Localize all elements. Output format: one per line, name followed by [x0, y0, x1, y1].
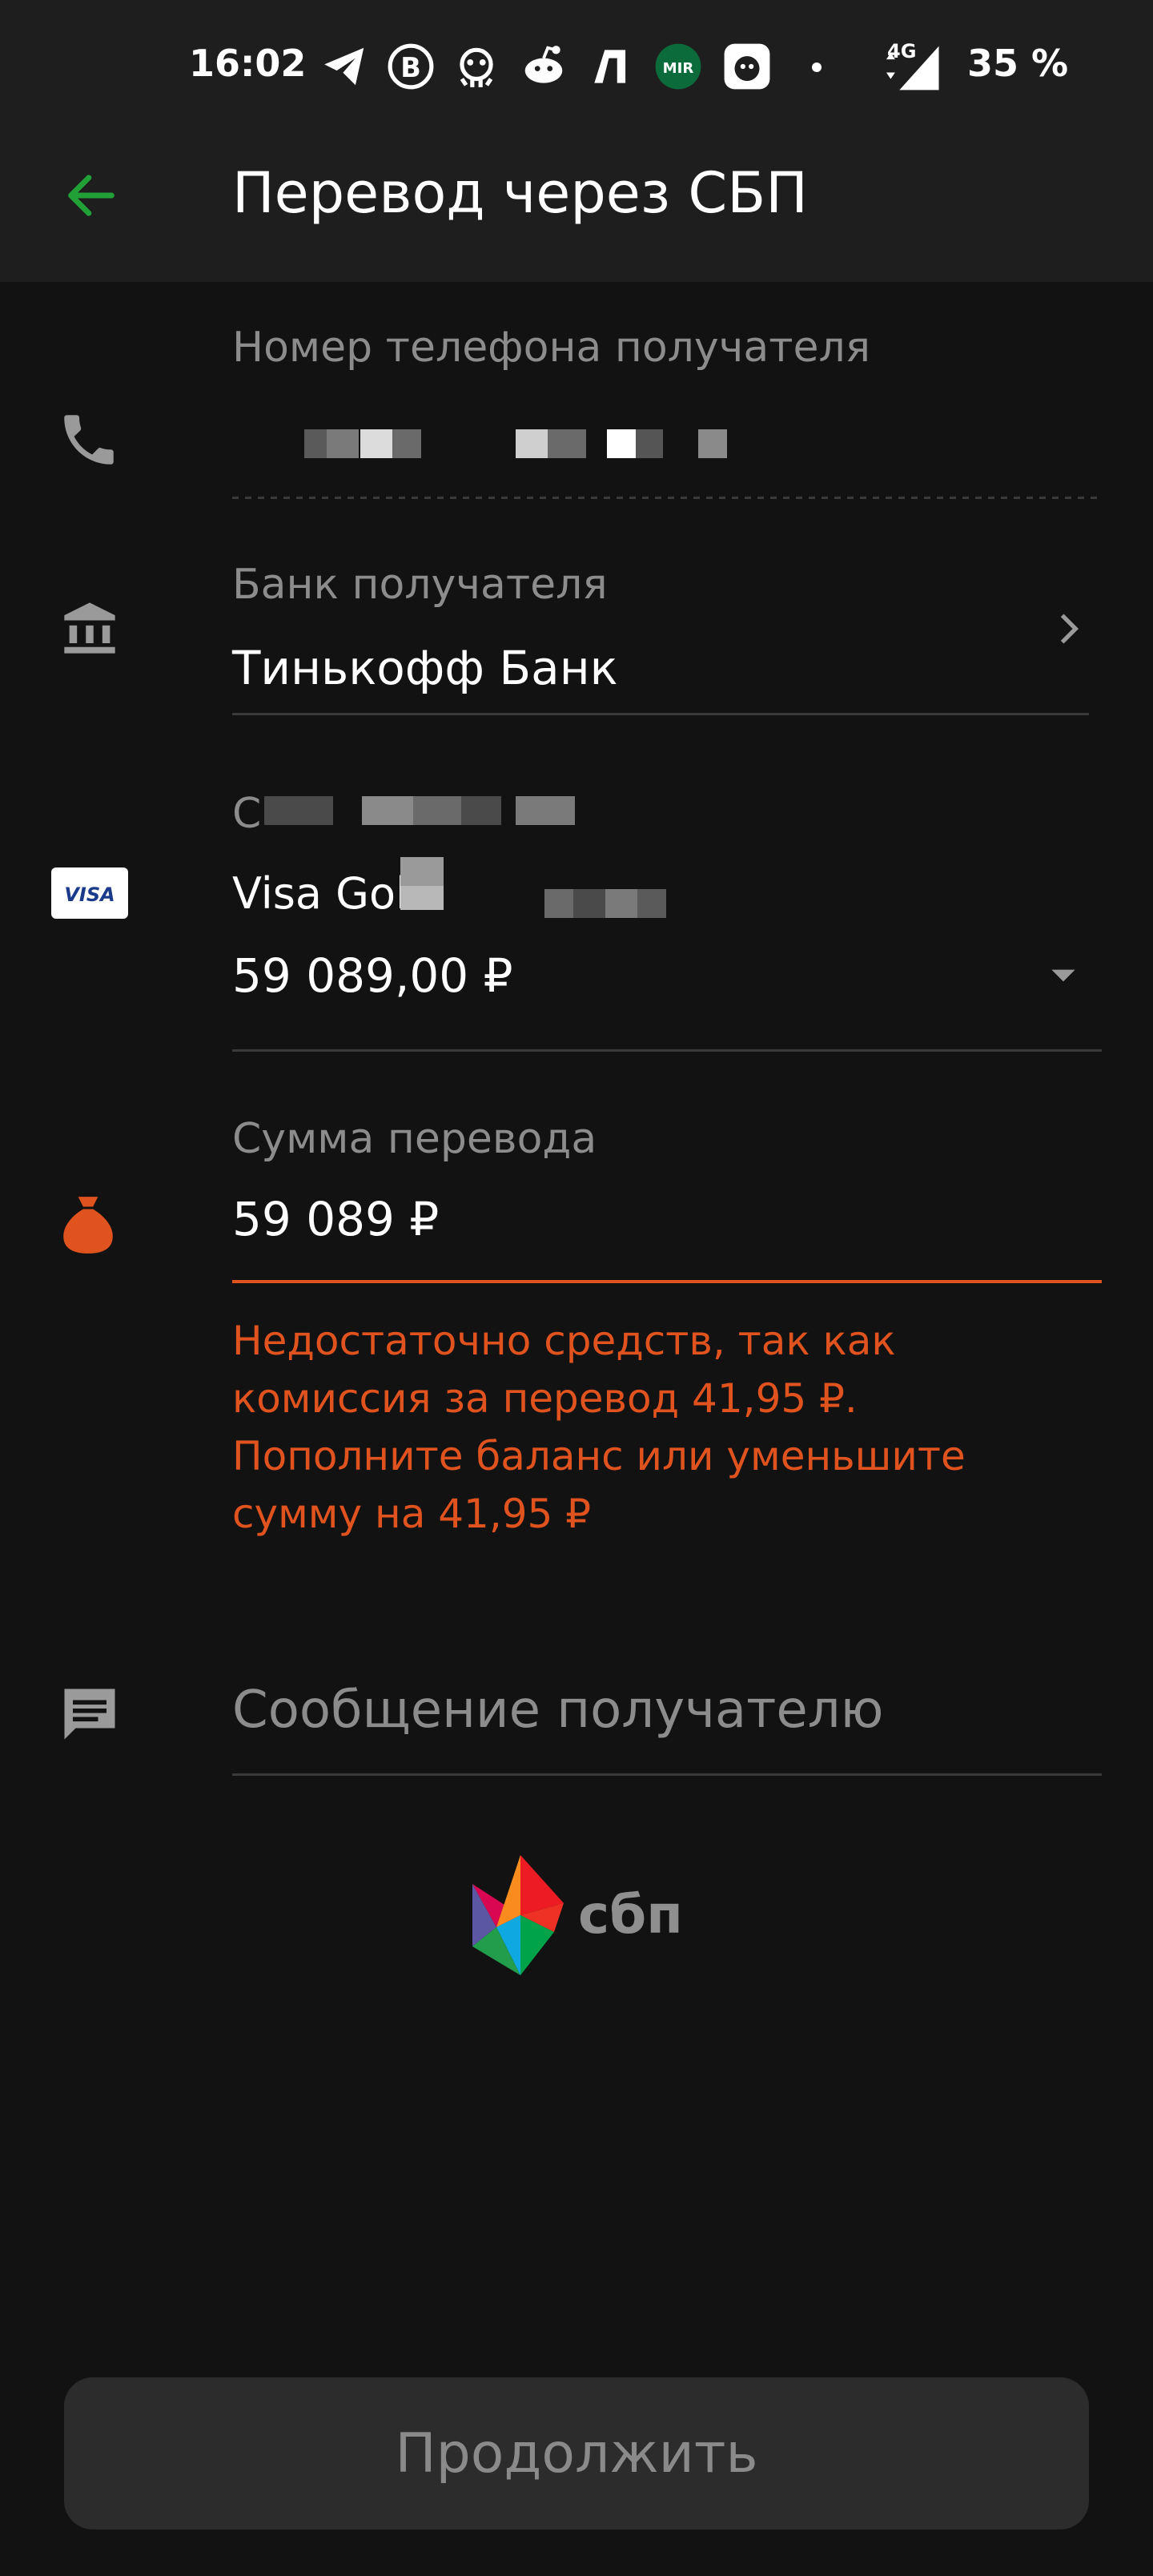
card-balance: 59 089,00 ₽ [232, 948, 513, 1003]
error-line: комиссия за перевод 41,95 ₽. [232, 1375, 858, 1422]
svg-text:VISA: VISA [64, 883, 114, 906]
bank-value[interactable]: Тинькофф Банк [232, 641, 618, 695]
card-label-redacted [264, 793, 601, 828]
dot-icon [812, 62, 822, 72]
message-divider [232, 1773, 1102, 1776]
bank-label: Банк получателя [232, 561, 608, 609]
page-title: Перевод через СБП [232, 160, 808, 226]
bank-icon [64, 602, 115, 654]
phone-icon [64, 415, 114, 465]
svg-text:B: B [400, 52, 421, 83]
status-time: 16:02 [189, 42, 307, 85]
battery-percent: 35 % [967, 42, 1069, 85]
amount-error-message: Недостаточно средств, так как комиссия з… [232, 1312, 1033, 1543]
phone-label: Номер телефона получателя [232, 324, 871, 372]
card-number-redacted [392, 857, 681, 918]
money-bag-icon [63, 1197, 113, 1254]
sbp-logo-text: сбп [578, 1884, 683, 1946]
card-label: С [232, 790, 262, 838]
amount-input[interactable]: 59 089 ₽ [232, 1192, 439, 1246]
svg-text:MIR: MIR [663, 60, 694, 77]
error-line: Недостаточно средств, так как [232, 1318, 896, 1364]
amount-divider-error [232, 1280, 1102, 1283]
error-line: сумму на 41,95 ₽ [232, 1491, 592, 1537]
phone-divider [232, 497, 1102, 499]
bank-divider [232, 713, 1089, 715]
message-input[interactable]: Сообщение получателю [232, 1680, 884, 1740]
sbp-logo: сбп [472, 1855, 689, 1975]
phone-value-redacted[interactable] [232, 417, 745, 468]
octopus-app-icon [460, 47, 493, 87]
chevron-right-icon[interactable] [1049, 609, 1089, 649]
message-icon [64, 1688, 115, 1740]
dropdown-triangle-icon[interactable] [1046, 958, 1081, 993]
sbp-logo-mark [472, 1855, 564, 1975]
error-line: Пополните баланс или уменьшите [232, 1433, 966, 1479]
visa-card-icon: VISA [51, 867, 128, 919]
arrow-left-icon[interactable] [61, 165, 122, 226]
lamoda-icon [594, 50, 626, 83]
card-divider [232, 1049, 1102, 1052]
bitcoin-icon: B [388, 43, 434, 90]
mir-icon: MIR [655, 43, 701, 90]
telegram-icon [324, 47, 364, 86]
notification-app-icon [724, 43, 770, 90]
status-bar: 16:02 B MIR 4G 35 % [0, 0, 1153, 135]
reddit-icon [524, 46, 563, 83]
amount-label: Сумма перевода [232, 1115, 597, 1163]
signal-icon [886, 46, 939, 91]
continue-button[interactable]: Продолжить [64, 2377, 1089, 2530]
